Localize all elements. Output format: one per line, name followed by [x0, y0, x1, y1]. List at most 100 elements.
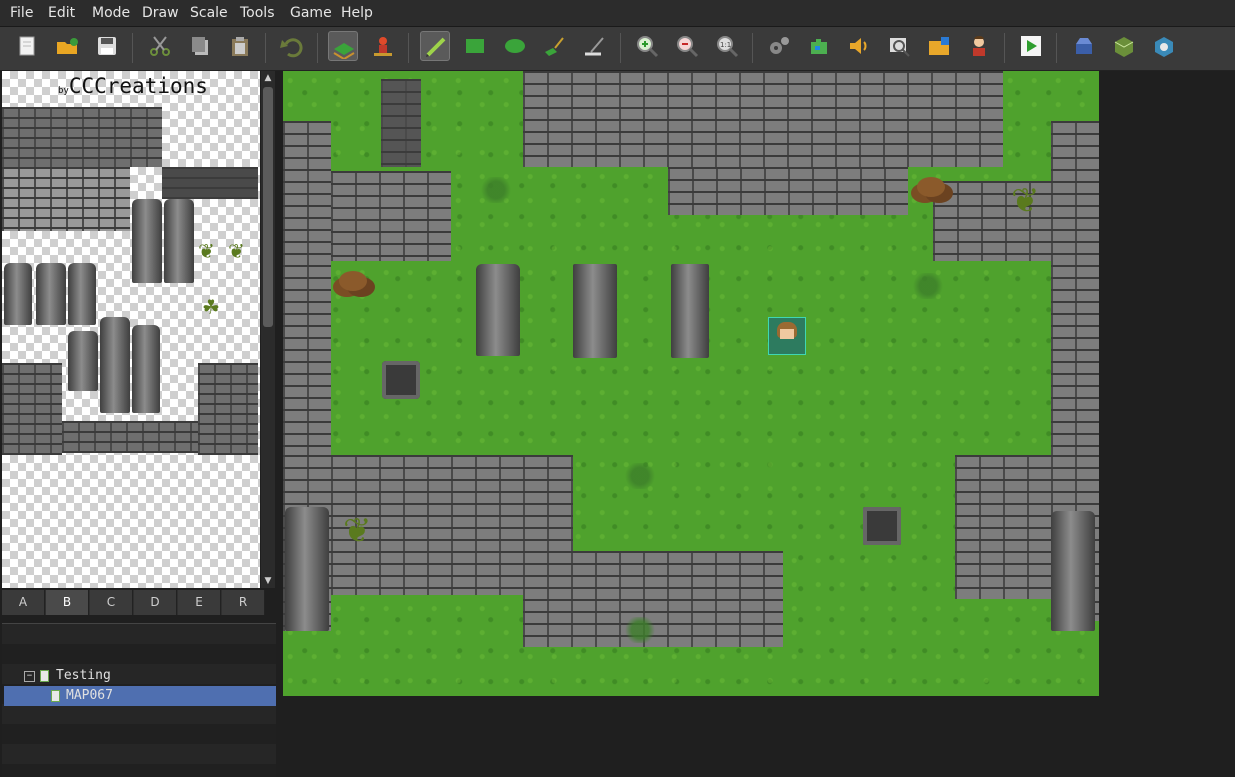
character-generator-icon[interactable] [964, 31, 994, 61]
sound-test-icon[interactable] [844, 31, 874, 61]
steam-icon[interactable] [1149, 31, 1179, 61]
tile-wall-dark[interactable] [2, 167, 130, 231]
tile-wall-block[interactable] [2, 107, 162, 167]
tile-column-3[interactable] [68, 263, 96, 325]
map-rocks-right [917, 177, 945, 197]
rectangle-icon[interactable] [460, 31, 490, 61]
tile-moss[interactable]: ☘ [202, 295, 220, 319]
tile-pillar-2[interactable] [164, 199, 194, 283]
package-icon[interactable] [1109, 31, 1139, 61]
zoom-actual-icon[interactable]: 1:1 [712, 31, 742, 61]
map-node-selected[interactable]: MAP067 [4, 686, 276, 706]
resource-manager-icon[interactable] [924, 31, 954, 61]
event-layer-icon[interactable] [368, 31, 398, 61]
menu-edit[interactable]: Edit [48, 5, 75, 21]
map-pillar-lower-left [285, 507, 329, 631]
map-square-pillar-1 [573, 264, 617, 358]
map-icon [51, 690, 60, 702]
event-searcher-icon[interactable] [884, 31, 914, 61]
tab-b[interactable]: B [46, 590, 89, 615]
map-wall-upper-left [331, 171, 451, 261]
menu-help[interactable]: Help [341, 5, 373, 21]
map-standing-stone [381, 79, 421, 167]
tile-column-6[interactable] [132, 325, 160, 413]
shadow-pen-icon[interactable] [580, 31, 610, 61]
toolbar: 1:1 [0, 27, 1235, 71]
plugin-manager-icon[interactable] [804, 31, 834, 61]
tile-wall-slope-right[interactable] [198, 363, 258, 455]
map-tree: − Testing MAP067 [2, 623, 276, 777]
zoom-out-icon[interactable] [672, 31, 702, 61]
tab-e[interactable]: E [178, 590, 221, 615]
menu-bar: File Edit Mode Draw Scale Tools Game Hel… [0, 0, 1235, 27]
undo-icon[interactable] [277, 31, 307, 61]
tile-column-1[interactable] [4, 263, 32, 325]
database-icon[interactable] [764, 31, 794, 61]
map-square-pillar-2 [671, 264, 709, 358]
map-pillar-lower-right [1051, 511, 1095, 631]
map-label: MAP067 [66, 688, 113, 703]
scroll-down-arrow[interactable]: ▼ [261, 574, 275, 588]
tab-a[interactable]: A [2, 590, 45, 615]
selected-event-hero[interactable] [768, 317, 806, 355]
tile-pillar-1[interactable] [132, 199, 162, 283]
project-label: Testing [56, 668, 111, 683]
collapse-toggle[interactable]: − [24, 671, 35, 682]
menu-scale[interactable]: Scale [190, 5, 228, 21]
map-rubble-block [863, 507, 901, 545]
save-project-icon[interactable] [92, 31, 122, 61]
menu-game[interactable]: Game [290, 5, 332, 21]
tab-c[interactable]: C [90, 590, 133, 615]
tile-rubble[interactable] [162, 167, 258, 199]
tile-wall-base[interactable] [62, 421, 198, 453]
empty-area-right [1099, 71, 1235, 776]
open-project-icon[interactable] [52, 31, 82, 61]
menu-tools[interactable]: Tools [240, 5, 275, 21]
scroll-up-arrow[interactable]: ▲ [261, 71, 275, 85]
scroll-thumb[interactable] [263, 87, 273, 327]
map-layer-icon[interactable] [328, 31, 358, 61]
copy-icon[interactable] [185, 31, 215, 61]
map-vines-lower-left: ❦ [343, 511, 372, 551]
menu-draw[interactable]: Draw [142, 5, 179, 21]
map-bush-1 [479, 177, 513, 203]
project-icon [40, 670, 49, 682]
map-ruins-top [523, 71, 1003, 167]
tab-r[interactable]: R [222, 590, 265, 615]
map-ruins-top-base [668, 167, 908, 215]
map-bush-3 [623, 463, 657, 489]
fill-icon[interactable] [540, 31, 570, 61]
map-bush-4 [623, 617, 657, 643]
menu-mode[interactable]: Mode [92, 5, 130, 21]
new-project-icon[interactable] [12, 31, 42, 61]
map-canvas[interactable]: ❦ ❦ [283, 71, 1099, 696]
tile-column-2[interactable] [36, 263, 66, 325]
ellipse-icon[interactable] [500, 31, 530, 61]
tab-d[interactable]: D [134, 590, 177, 615]
menu-file[interactable]: File [10, 5, 33, 21]
tile-wall-slope-left[interactable] [2, 363, 62, 455]
map-vines-upper-right: ❦ [1011, 181, 1040, 221]
map-broken-pillar [382, 361, 420, 399]
empty-area-bottom [283, 696, 1099, 776]
project-node[interactable]: − Testing [24, 666, 224, 686]
tileset-tabs: A B C D E R [2, 590, 265, 615]
zoom-in-icon[interactable] [632, 31, 662, 61]
tileset-palette[interactable]: byCCCreations ❦ ❦ ☘ [2, 71, 260, 588]
deploy-icon[interactable] [1069, 31, 1099, 61]
map-bush-2 [911, 273, 945, 299]
playtest-icon[interactable] [1016, 31, 1046, 61]
tileset-title: byCCCreations [58, 74, 208, 98]
pencil-icon[interactable] [420, 31, 450, 61]
tile-column-5[interactable] [100, 317, 130, 413]
svg-text:1:1: 1:1 [720, 41, 731, 49]
map-round-pillar [476, 264, 520, 356]
tile-column-4[interactable] [68, 331, 98, 391]
hero-face [780, 329, 794, 339]
palette-scrollbar[interactable]: ▲ ▼ [261, 71, 275, 588]
map-rocks-left [339, 271, 367, 291]
paste-icon[interactable] [225, 31, 255, 61]
cut-icon[interactable] [145, 31, 175, 61]
tile-vine[interactable]: ❦ [198, 239, 215, 263]
tile-roots[interactable]: ❦ [228, 239, 245, 263]
